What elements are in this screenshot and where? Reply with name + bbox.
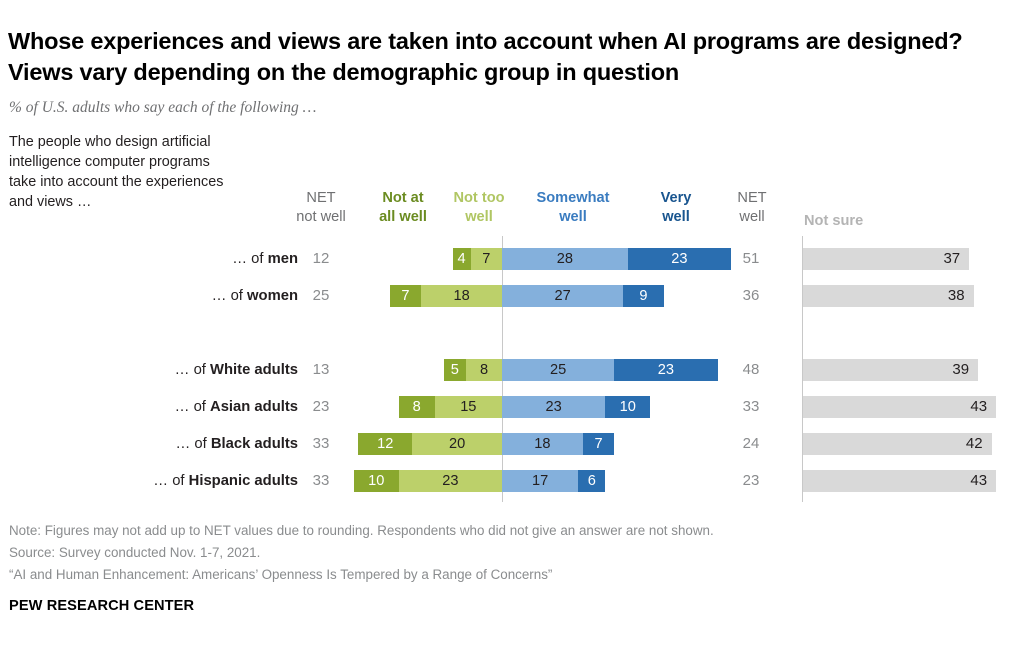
subtitle: % of U.S. adults who say each of the fol…: [9, 99, 317, 116]
not-sure-value: 43: [970, 472, 988, 489]
not-too-line2: well: [465, 208, 493, 225]
not-sure-bar: 37: [803, 248, 970, 270]
segment-not-at-all-well: 4: [452, 248, 471, 270]
very-line2: well: [662, 208, 690, 225]
segment-somewhat-well: 17: [502, 470, 579, 492]
net-not-well-value: 13: [312, 361, 330, 378]
net-well-value: 24: [742, 435, 760, 452]
row-label: … of men: [60, 246, 298, 272]
table-row: … of White adults 13 48 5 8 25 23 39: [0, 357, 1024, 383]
segment-somewhat-well: 28: [502, 248, 628, 270]
footnote-source: Source: Survey conducted Nov. 1-7, 2021.: [9, 545, 261, 560]
row-label-group: White adults: [210, 362, 298, 378]
segment-very-well: 9: [623, 285, 664, 307]
row-label-group: women: [247, 288, 298, 304]
row-label-group: Black adults: [210, 436, 298, 452]
net-well-value: 48: [742, 361, 760, 378]
very-line1: Very: [660, 190, 692, 206]
not-sure-bar: 39: [803, 359, 979, 381]
page-title: Whose experiences and views are taken in…: [8, 28, 963, 86]
net-well-value: 23: [742, 472, 760, 489]
row-label-prefix: … of: [232, 251, 268, 267]
segment-very-well: 7: [582, 433, 615, 455]
not-sure-bar: 43: [803, 396, 997, 418]
row-label-prefix: … of: [174, 399, 211, 415]
net-well-value: 33: [742, 398, 760, 415]
segment-somewhat-well: 25: [502, 359, 615, 381]
segment-not-at-all-well: 12: [358, 433, 413, 455]
chart-page: Whose experiences and views are taken in…: [0, 0, 1024, 648]
not-sure-label: Not sure: [804, 213, 864, 229]
row-label-prefix: … of: [175, 436, 211, 452]
segment-very-well: 23: [627, 248, 731, 270]
net-not-well-line2: not well: [296, 208, 346, 225]
row-label-prefix: … of: [153, 473, 189, 489]
segment-not-too-well: 20: [412, 433, 502, 455]
somewhat-line1: Somewhat: [536, 190, 610, 206]
net-not-well-value: 23: [312, 398, 330, 415]
segment-somewhat-well: 27: [502, 285, 624, 307]
net-well-line2: well: [739, 208, 765, 225]
row-label: … of White adults: [60, 357, 298, 383]
segment-very-well: 23: [614, 359, 718, 381]
segment-not-too-well: 18: [421, 285, 502, 307]
footnote-study: “AI and Human Enhancement: Americans’ Op…: [9, 567, 553, 582]
table-row: … of men 12 51 4 7 28 23 37: [0, 246, 1024, 272]
not-sure-bar: 43: [803, 470, 997, 492]
not-sure-value: 42: [965, 435, 983, 452]
not-sure-bar: 42: [803, 433, 992, 455]
net-not-well-value: 12: [312, 250, 330, 267]
segment-not-too-well: 23: [398, 470, 502, 492]
net-well-value: 36: [742, 287, 760, 304]
not-sure-value: 39: [952, 361, 970, 378]
column-header-net-not-well: NET not well: [283, 189, 359, 226]
segment-somewhat-well: 23: [502, 396, 606, 418]
segment-not-at-all-well: 7: [389, 285, 422, 307]
row-label: … of Asian adults: [60, 394, 298, 420]
segment-not-at-all-well: 10: [353, 470, 399, 492]
row-label-prefix: … of: [211, 288, 248, 304]
row-label-group: Asian adults: [210, 399, 298, 415]
column-header-somewhat-well: Somewhat well: [518, 189, 628, 226]
net-not-well-value: 33: [312, 435, 330, 452]
table-row: … of Asian adults 23 33 8 15 23 10 43: [0, 394, 1024, 420]
segment-not-at-all-well: 5: [443, 359, 467, 381]
net-not-well-line1: NET: [306, 190, 336, 206]
row-label-prefix: … of: [174, 362, 211, 378]
segment-not-too-well: 7: [470, 248, 502, 270]
not-sure-value: 43: [970, 398, 988, 415]
segment-very-well: 10: [605, 396, 651, 418]
table-row: … of women 25 36 7 18 27 9 38: [0, 283, 1024, 309]
column-header-net-well: NET well: [720, 189, 784, 226]
net-not-well-value: 33: [312, 472, 330, 489]
row-label: … of women: [60, 283, 298, 309]
column-header-very-well: Very well: [637, 189, 715, 226]
segment-not-too-well: 15: [434, 396, 502, 418]
segment-not-at-all-well: 8: [398, 396, 435, 418]
pew-research-center-brand: PEW RESEARCH CENTER: [9, 598, 195, 614]
not-too-line1: Not too: [453, 190, 505, 206]
not-at-all-line2: all well: [379, 208, 427, 225]
row-label: … of Black adults: [60, 431, 298, 457]
column-header-not-at-all-well: Not at all well: [364, 189, 442, 226]
row-label-group: Hispanic adults: [188, 473, 298, 489]
intro-text: The people who design artificial intelli…: [9, 134, 224, 210]
net-well-line1: NET: [737, 190, 767, 206]
segment-somewhat-well: 18: [502, 433, 583, 455]
table-row: … of Hispanic adults 33 23 10 23 17 6 43: [0, 468, 1024, 494]
footnote-note: Note: Figures may not add up to NET valu…: [9, 523, 714, 538]
net-not-well-value: 25: [312, 287, 330, 304]
not-sure-bar: 38: [803, 285, 974, 307]
table-row: … of Black adults 33 24 12 20 18 7 42: [0, 431, 1024, 457]
not-sure-value: 38: [947, 287, 965, 304]
column-header-not-too-well: Not too well: [442, 189, 516, 226]
segment-not-too-well: 8: [466, 359, 502, 381]
not-at-all-line1: Not at: [382, 190, 424, 206]
not-sure-value: 37: [943, 250, 961, 267]
somewhat-line2: well: [559, 208, 587, 225]
segment-very-well: 6: [578, 470, 606, 492]
row-label: … of Hispanic adults: [60, 468, 298, 494]
column-header-not-sure: Not sure: [804, 212, 894, 231]
